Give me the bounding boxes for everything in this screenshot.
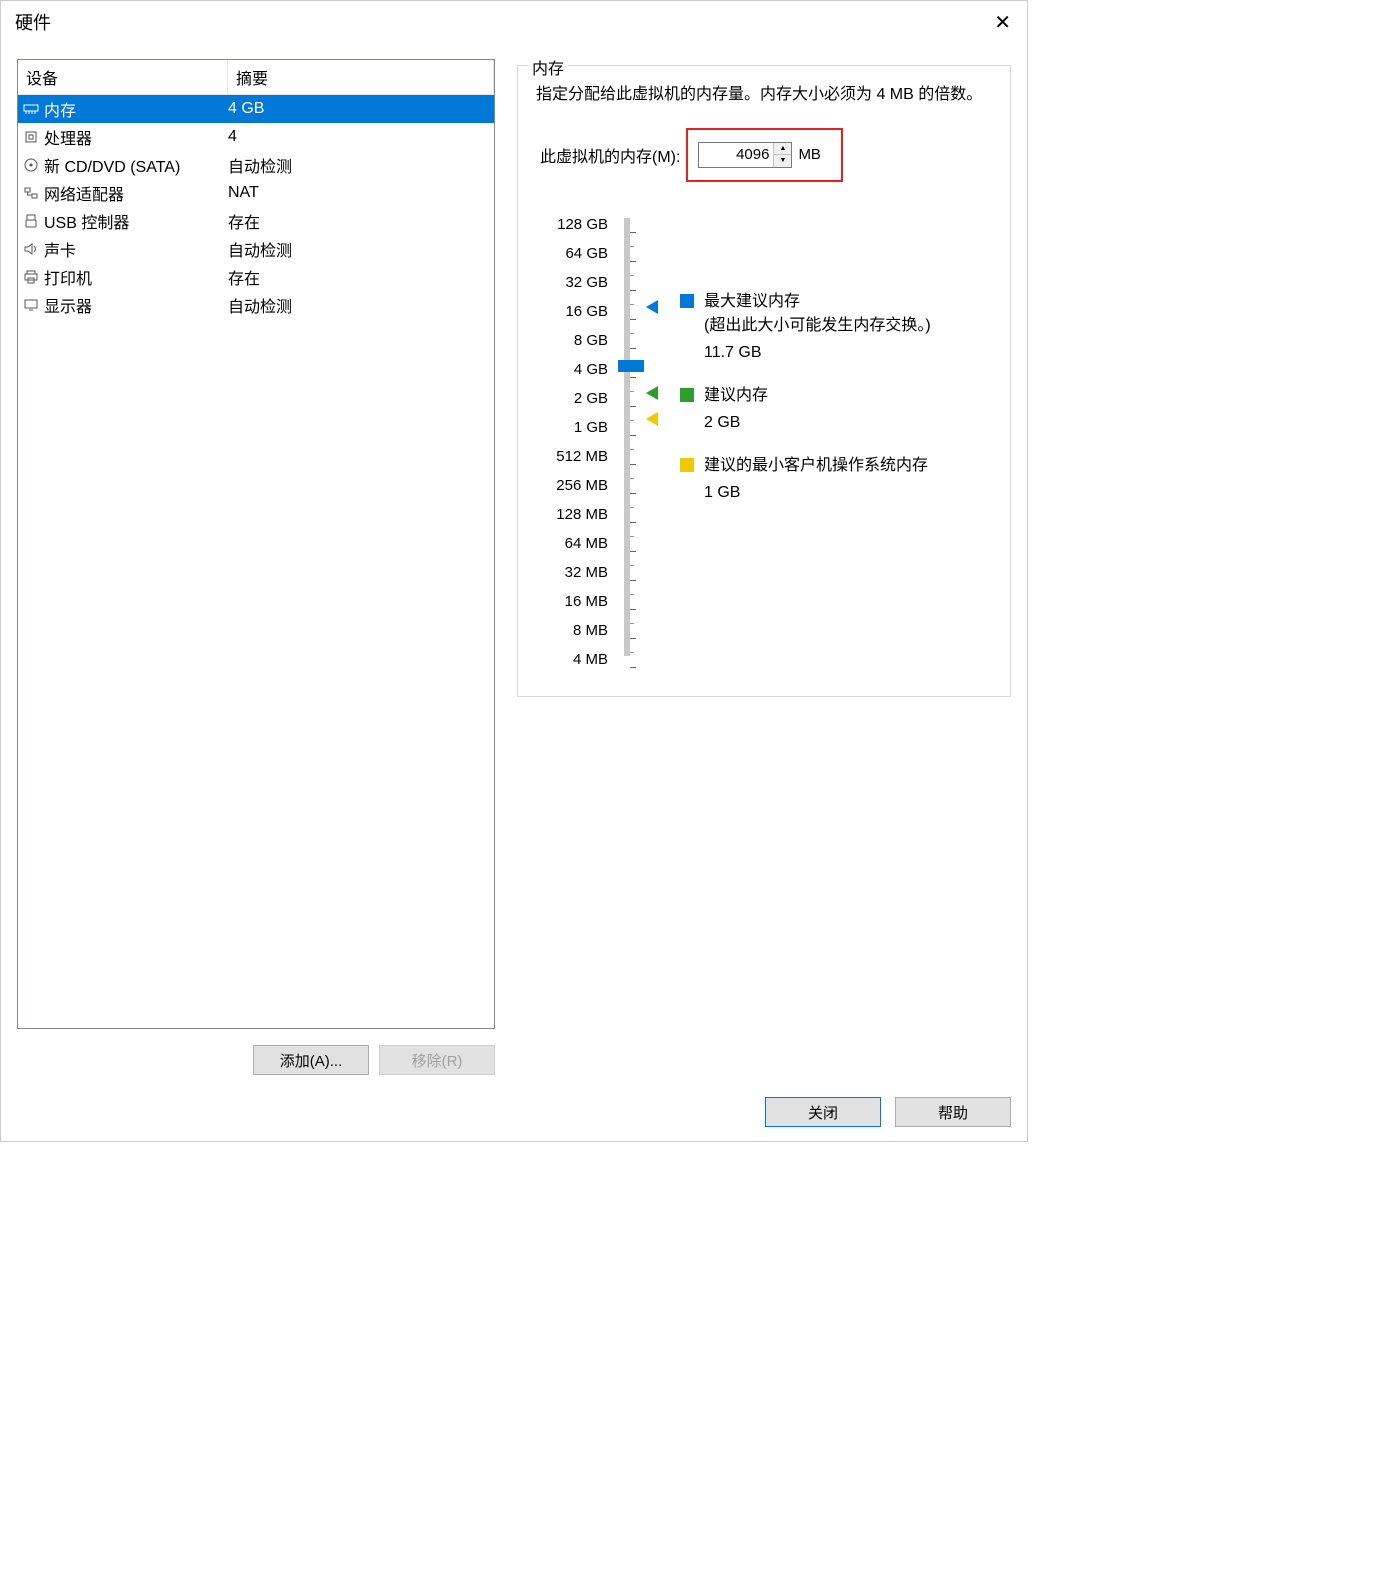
usb-icon	[22, 212, 40, 230]
disc-icon	[22, 156, 40, 174]
slider-tick-label: 2 GB	[540, 384, 616, 413]
slider-tick-label: 32 GB	[540, 268, 616, 297]
cpu-icon	[22, 128, 40, 146]
legend-min: 建议的最小客户机操作系统内存	[680, 454, 992, 478]
device-name: 新 CD/DVD (SATA)	[44, 153, 180, 177]
slider-tick-label: 512 MB	[540, 442, 616, 471]
slider-tick-label: 128 MB	[540, 500, 616, 529]
marker-rec-icon	[646, 386, 658, 400]
device-name: 处理器	[44, 125, 92, 149]
device-row[interactable]: USB 控制器 存在	[18, 207, 494, 235]
spin-down-button[interactable]: ▼	[774, 155, 791, 167]
printer-icon	[22, 268, 40, 286]
slider-tick-label: 256 MB	[540, 471, 616, 500]
legend-rec-value: 2 GB	[680, 414, 992, 432]
marker-min-icon	[646, 412, 658, 426]
titlebar: 硬件 ✕	[1, 1, 1027, 43]
memory-slider[interactable]	[616, 210, 660, 660]
legend-rec-label: 建议内存	[704, 384, 768, 408]
device-name: 显示器	[44, 293, 92, 317]
memory-input-label: 此虚拟机的内存(M):	[540, 143, 680, 167]
col-header-summary[interactable]: 摘要	[228, 60, 494, 94]
slider-tick-label: 4 MB	[540, 645, 616, 674]
legend-min-label: 建议的最小客户机操作系统内存	[704, 454, 928, 478]
hardware-settings-window: 硬件 ✕ 设备 摘要 内存 4 GB 处理器 4 新 CD/DVD (SATA) 自动检测…	[0, 0, 1028, 1142]
device-summary: 自动检测	[228, 153, 490, 177]
slider-tick-label: 16 GB	[540, 297, 616, 326]
legend-min-swatch	[680, 458, 694, 472]
sound-icon	[22, 240, 40, 258]
device-summary: NAT	[228, 184, 490, 202]
device-summary: 存在	[228, 265, 490, 289]
device-row[interactable]: 网络适配器 NAT	[18, 179, 494, 207]
slider-tick-label: 32 MB	[540, 558, 616, 587]
slider-tick-label: 16 MB	[540, 587, 616, 616]
device-summary: 存在	[228, 209, 490, 233]
slider-tick-labels: 128 GB64 GB32 GB16 GB8 GB4 GB2 GB1 GB512…	[540, 210, 616, 674]
slider-tick-label: 64 GB	[540, 239, 616, 268]
device-name: 打印机	[44, 265, 92, 289]
legend-max-swatch	[680, 294, 694, 308]
network-icon	[22, 184, 40, 202]
memory-input[interactable]	[699, 143, 773, 167]
slider-tick-label: 64 MB	[540, 529, 616, 558]
add-button[interactable]: 添加(A)...	[253, 1045, 369, 1075]
help-button[interactable]: 帮助	[895, 1097, 1011, 1127]
device-row[interactable]: 处理器 4	[18, 123, 494, 151]
device-summary: 4 GB	[228, 100, 490, 118]
device-row[interactable]: 声卡 自动检测	[18, 235, 494, 263]
device-row[interactable]: 打印机 存在	[18, 263, 494, 291]
slider-tick-label: 1 GB	[540, 413, 616, 442]
slider-thumb[interactable]	[618, 360, 644, 372]
slider-tick-label: 128 GB	[540, 210, 616, 239]
device-row[interactable]: 新 CD/DVD (SATA) 自动检测	[18, 151, 494, 179]
device-table-header: 设备 摘要	[18, 60, 494, 95]
memory-icon	[22, 100, 40, 118]
legend-max: 最大建议内存 (超出此大小可能发生内存交换。)	[680, 290, 992, 338]
window-title: 硬件	[15, 9, 51, 35]
device-summary: 自动检测	[228, 237, 490, 261]
slider-tick-label: 8 MB	[540, 616, 616, 645]
legend-max-sub: (超出此大小可能发生内存交换。)	[704, 314, 931, 338]
device-name: USB 控制器	[44, 209, 129, 233]
device-name: 网络适配器	[44, 181, 124, 205]
marker-max-icon	[646, 300, 658, 314]
legend-max-value: 11.7 GB	[680, 344, 992, 362]
device-name: 内存	[44, 97, 76, 121]
device-table: 设备 摘要 内存4 GB处理器4新 CD/DVD (SATA)自动检测网络适配器…	[17, 59, 495, 1029]
close-icon[interactable]: ✕	[990, 10, 1015, 35]
col-header-device[interactable]: 设备	[18, 60, 228, 94]
device-row[interactable]: 显示器 自动检测	[18, 291, 494, 319]
memory-legend: 内存	[528, 55, 568, 79]
device-summary: 自动检测	[228, 293, 490, 317]
memory-fieldset: 内存 指定分配给此虚拟机的内存量。内存大小必须为 4 MB 的倍数。 此虚拟机的…	[517, 65, 1011, 697]
memory-description: 指定分配给此虚拟机的内存量。内存大小必须为 4 MB 的倍数。	[536, 82, 992, 108]
device-summary: 4	[228, 128, 490, 146]
memory-spinner[interactable]: ▲ ▼	[698, 142, 792, 168]
device-row[interactable]: 内存 4 GB	[18, 95, 494, 123]
remove-button: 移除(R)	[379, 1045, 495, 1075]
device-name: 声卡	[44, 237, 76, 261]
legend-rec: 建议内存	[680, 384, 992, 408]
display-icon	[22, 296, 40, 314]
slider-tick-label: 8 GB	[540, 326, 616, 355]
slider-tick-label: 4 GB	[540, 355, 616, 384]
memory-input-highlight: ▲ ▼ MB	[686, 128, 843, 182]
legend-max-label: 最大建议内存	[704, 290, 931, 314]
spin-up-button[interactable]: ▲	[774, 143, 791, 156]
close-button[interactable]: 关闭	[765, 1097, 881, 1127]
memory-unit: MB	[798, 146, 821, 163]
legend-rec-swatch	[680, 388, 694, 402]
legend-min-value: 1 GB	[680, 484, 992, 502]
